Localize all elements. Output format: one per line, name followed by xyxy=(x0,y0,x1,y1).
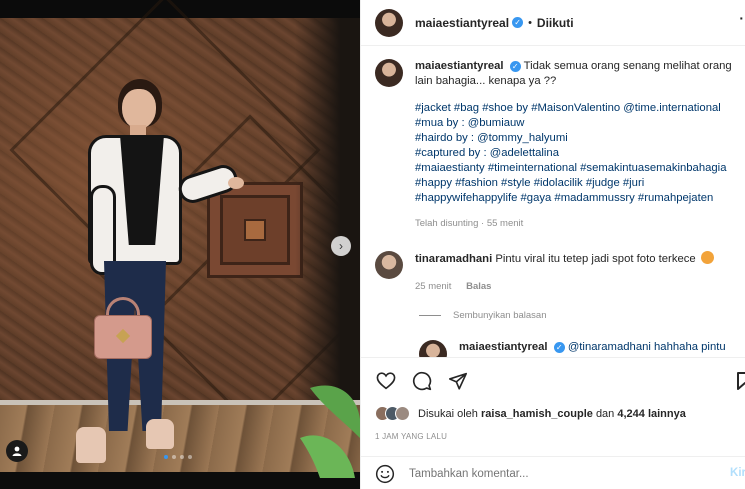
hide-replies-label: Sembunyikan balasan xyxy=(453,310,547,321)
right-shoe xyxy=(146,419,174,449)
comment-text: Pintu viral itu tetep jadi spot foto ter… xyxy=(495,253,696,265)
user-icon xyxy=(12,446,22,456)
caption-body: maiaestiantyreal ✓ Tidak semua orang sen… xyxy=(415,59,735,231)
avatar xyxy=(395,406,410,421)
avatar[interactable] xyxy=(375,251,403,279)
post-timestamp: 1 JAM YANG LALU xyxy=(375,432,448,441)
liker-avatars xyxy=(375,406,410,421)
caption-meta: Telah disunting · 55 menit xyxy=(415,218,524,229)
comment-item: tinaramadhani Pintu viral itu tetep jadi… xyxy=(375,251,745,294)
likes-prefix: Disukai oleh xyxy=(418,407,478,420)
comments-section[interactable]: maiaestiantyreal ✓ Tidak semua orang sen… xyxy=(361,47,745,357)
add-comment-bar: Kir xyxy=(361,456,745,489)
left-shoe xyxy=(76,427,106,463)
caption-text: lain bahagia... kenapa ya ?? xyxy=(415,75,557,87)
door-shadow xyxy=(295,18,360,413)
person-figure xyxy=(60,75,244,475)
comment-username[interactable]: tinaramadhani xyxy=(415,253,492,265)
more-options-icon[interactable]: · xyxy=(739,10,744,26)
post-media[interactable]: › xyxy=(0,0,360,489)
carousel-dot xyxy=(172,455,176,459)
verified-badge-icon: ✓ xyxy=(509,60,521,72)
comment-meta: 25 menit Balas xyxy=(415,279,714,294)
carousel-dot xyxy=(180,455,184,459)
carousel-dots xyxy=(164,455,192,459)
hashtag-line[interactable]: #jacket #bag #shoe by #MaisonValentino @… xyxy=(415,101,735,116)
plant-leaves xyxy=(300,385,360,478)
share-button[interactable] xyxy=(447,370,469,392)
comment-reply: maiaestiantyreal ✓ @tinaramadhani hahhah… xyxy=(419,340,745,357)
reply-button[interactable]: Balas xyxy=(466,281,491,292)
avatar[interactable] xyxy=(419,340,447,357)
share-icon xyxy=(449,372,467,390)
hide-replies-button[interactable]: Sembunyikan balasan xyxy=(419,310,546,321)
caption-username[interactable]: maiaestiantyreal xyxy=(415,60,504,72)
hashtag-line[interactable]: #maiaestianty #timeinternational #semaki… xyxy=(415,161,735,176)
avatar[interactable] xyxy=(375,59,403,87)
separator: • xyxy=(528,16,532,29)
save-button[interactable] xyxy=(736,372,745,390)
comment-button[interactable] xyxy=(411,370,433,392)
heart-icon xyxy=(376,372,396,390)
hashtag-line[interactable]: #happy #fashion #style #idolacilik #judg… xyxy=(415,176,735,191)
verified-badge-icon: ✓ xyxy=(553,341,565,353)
carousel-dot xyxy=(164,455,168,459)
carousel-dot xyxy=(188,455,192,459)
divider xyxy=(419,315,441,316)
like-button[interactable] xyxy=(375,370,397,392)
right-hand xyxy=(228,177,244,189)
post-header: maiaestiantyreal ✓ • Diikuti · xyxy=(361,0,745,46)
action-icons xyxy=(375,370,469,392)
post-side-panel: maiaestiantyreal ✓ • Diikuti · maiaestia… xyxy=(360,0,745,489)
hashtag-line[interactable]: #mua by : @bumiauw xyxy=(415,116,735,131)
caption-tags: #jacket #bag #shoe by #MaisonValentino @… xyxy=(415,101,735,206)
post-actions: Disukai oleh raisa_hamish_couple dan 4,2… xyxy=(361,357,745,487)
emoji-icon xyxy=(700,251,714,264)
tagged-users-button[interactable] xyxy=(6,440,28,462)
hashtag-line[interactable]: #happywifehappylife #gaya #madammussry #… xyxy=(415,191,735,206)
caption: maiaestiantyreal ✓ Tidak semua orang sen… xyxy=(375,59,745,231)
chevron-right-icon: › xyxy=(339,239,343,253)
comment-time: 25 menit xyxy=(415,281,452,292)
comment-text: @tinaramadhani hahhaha pintu xyxy=(567,341,726,353)
door-handle-center xyxy=(244,219,266,241)
likes-count[interactable]: 4,244 lainnya xyxy=(617,408,686,420)
next-image-button[interactable]: › xyxy=(331,236,351,256)
comment-body: maiaestiantyreal ✓ @tinaramadhani hahhah… xyxy=(459,340,726,357)
hashtag-line[interactable]: #captured by : @adelettalina xyxy=(415,146,735,161)
emoji-picker-icon[interactable] xyxy=(375,464,395,484)
liker-username[interactable]: raisa_hamish_couple xyxy=(481,408,593,420)
author-username[interactable]: maiaestiantyreal xyxy=(415,16,509,30)
likes-summary: Disukai oleh raisa_hamish_couple dan 4,2… xyxy=(375,406,686,421)
bookmark-icon xyxy=(737,372,745,390)
avatar[interactable] xyxy=(375,8,403,37)
comment-username[interactable]: maiaestiantyreal xyxy=(459,341,548,353)
likes-middle: dan xyxy=(595,407,615,420)
hashtag-line[interactable]: #hairdo by : @tommy_halyumi xyxy=(415,131,735,146)
caption-text: Tidak semua orang senang melihat orang xyxy=(523,60,732,72)
comment-body: tinaramadhani Pintu viral itu tetep jadi… xyxy=(415,251,714,294)
face xyxy=(122,89,156,129)
comment-input[interactable] xyxy=(409,467,709,480)
post-comment-button[interactable]: Kir xyxy=(730,467,745,479)
comment-icon xyxy=(412,371,432,391)
verified-badge-icon: ✓ xyxy=(512,17,524,28)
following-button[interactable]: Diikuti xyxy=(537,16,574,30)
